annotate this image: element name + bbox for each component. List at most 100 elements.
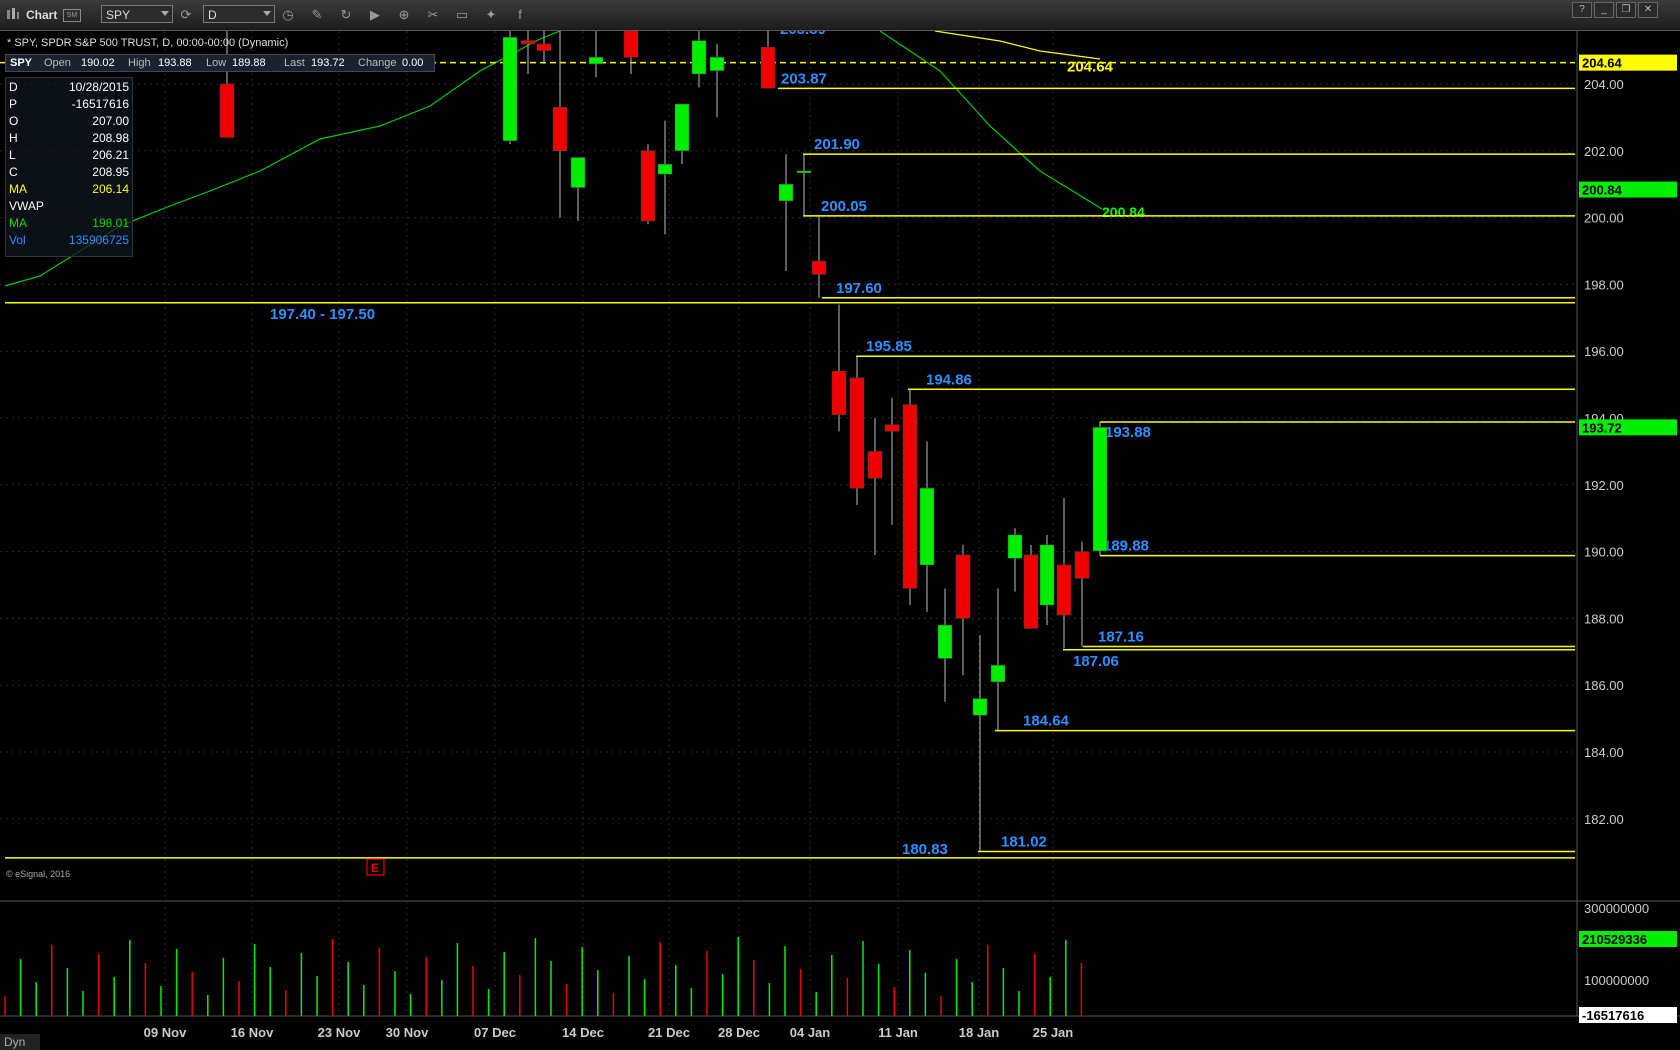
level-label: 197.40 - 197.50 (270, 306, 375, 323)
refresh-icon[interactable]: ⟳ (177, 6, 195, 24)
data-window-value: 198.01 (92, 216, 129, 230)
low-value: 189.88 (232, 57, 266, 69)
help-icon[interactable]: ? (1572, 2, 1592, 18)
data-window-row: C 208.95 (9, 165, 129, 182)
data-window-value: 206.21 (92, 148, 129, 162)
y-tick-label: 192.00 (1584, 478, 1624, 493)
y-tick-label: 184.00 (1584, 745, 1624, 760)
x-tick-label: 28 Dec (718, 1025, 760, 1040)
data-window-row: O 207.00 (9, 114, 129, 131)
data-window-row: D 10/28/2015 (9, 80, 129, 97)
symbol-input-value: SPY (106, 8, 131, 22)
level-label: 187.06 (1073, 653, 1119, 670)
y-tick-label: 196.00 (1584, 344, 1624, 359)
y-tick-label: 198.00 (1584, 277, 1624, 292)
candle-body (902, 404, 918, 589)
candle (849, 356, 865, 505)
data-window-value: 208.98 (92, 131, 129, 145)
candle-body (691, 40, 707, 75)
candle-body (552, 107, 568, 152)
title-bar: Chart SM SPY ⟳ D ◷ ✎ ↻ ▶ ⊕ ✂ ▭ ✦ f ? _ ❐… (0, 0, 1680, 31)
interval-input[interactable]: D (203, 5, 275, 23)
candle-body (502, 36, 518, 142)
chevron-down-icon (263, 11, 271, 16)
watermark: © eSignal, 2016 (6, 869, 70, 879)
y-tick-label: 202.00 (1584, 144, 1624, 159)
level-label: 200.05 (821, 198, 867, 215)
level-label: 205.89 (780, 31, 826, 38)
x-tick-label: 21 Dec (648, 1025, 690, 1040)
p-badge: -16517616 (1582, 1008, 1644, 1023)
candle-body (623, 31, 639, 58)
dyn-label: Dyn (4, 1035, 25, 1049)
y-tick-label: 188.00 (1584, 611, 1624, 626)
candle (502, 31, 518, 145)
data-window-row: MA 198.01 (9, 216, 129, 233)
close-button[interactable]: ✕ (1638, 2, 1658, 18)
data-window-key: L (9, 148, 16, 162)
last-price-badge: 193.72 (1582, 420, 1622, 435)
volume-last-badge: 210529336 (1582, 932, 1647, 947)
play-icon[interactable]: ▶ (366, 6, 384, 24)
data-window-row: MA 206.14 (9, 182, 129, 199)
candle-body (937, 624, 953, 659)
data-window-key: O (9, 114, 19, 128)
restore-button[interactable]: ❐ (1616, 2, 1636, 18)
symbol-input[interactable]: SPY (101, 5, 173, 23)
candle-body (1007, 534, 1023, 559)
grid (0, 31, 1680, 1050)
candle-body (536, 43, 552, 51)
y-tick-label: 204.00 (1584, 77, 1624, 92)
data-window-row: P -16517616 (9, 97, 129, 114)
change-label: Change (358, 57, 397, 69)
candle-body (778, 183, 794, 202)
level-label: 187.16 (1098, 628, 1144, 645)
data-window-row: Vol 135906725 (9, 233, 129, 250)
clock-icon[interactable]: ◷ (279, 6, 297, 24)
pencil-icon[interactable]: ✎ (308, 6, 326, 24)
candle (1023, 544, 1039, 629)
open-value: 190.02 (81, 57, 115, 69)
price-chart[interactable]: 200.84 204.64 203.87 201.90 200.05 197.60 197… (0, 31, 1680, 1050)
level-label: 180.83 (902, 841, 948, 858)
comment-icon[interactable]: ▭ (453, 6, 471, 24)
candle-body (796, 170, 812, 174)
level-label: 203.87 (781, 70, 827, 87)
change-value: 0.00 (402, 57, 424, 69)
candle-body (219, 83, 235, 138)
x-tick-label: 23 Nov (318, 1025, 361, 1040)
candle-body (919, 487, 935, 566)
data-window-key: MA (9, 216, 27, 230)
data-window-key: P (9, 97, 18, 111)
open-label: Open (44, 57, 71, 69)
high-label: High (128, 57, 151, 69)
candle (640, 144, 656, 225)
cycle-icon[interactable]: ↻ (337, 6, 355, 24)
link-icon[interactable]: SM (63, 9, 81, 22)
candle-body (831, 370, 847, 415)
x-tick-label: 04 Jan (790, 1025, 831, 1040)
compass-icon[interactable]: ⊕ (395, 6, 413, 24)
x-tick-label: 11 Jan (878, 1025, 918, 1040)
data-window-row: H 208.98 (9, 131, 129, 148)
x-tick-label: 25 Jan (1033, 1025, 1074, 1040)
data-window-value: 208.95 (92, 165, 129, 179)
data-window-key: H (9, 131, 18, 145)
facebook-icon[interactable]: f (511, 6, 529, 24)
level-label: 184.64 (1023, 713, 1070, 730)
twitter-icon[interactable]: ✦ (482, 6, 500, 24)
tools-icon[interactable]: ✂ (424, 6, 442, 24)
chart-background (0, 31, 1680, 1050)
chart-header: * SPY, SPDR S&P 500 TRUST, D, 00:00-00:0… (7, 37, 289, 49)
ma-long-badge: 200.84 (1582, 183, 1623, 198)
data-window-key: VWAP (9, 199, 44, 213)
candle-body (1023, 554, 1039, 629)
minimize-button[interactable]: _ (1594, 2, 1614, 18)
candle-body (955, 554, 971, 619)
candle-body (760, 47, 776, 89)
volume-tick-label: 100000000 (1584, 973, 1649, 988)
candle-body (1092, 427, 1108, 552)
candle-body (640, 150, 656, 222)
level-label: 197.60 (836, 280, 882, 297)
candle-body (972, 698, 988, 716)
